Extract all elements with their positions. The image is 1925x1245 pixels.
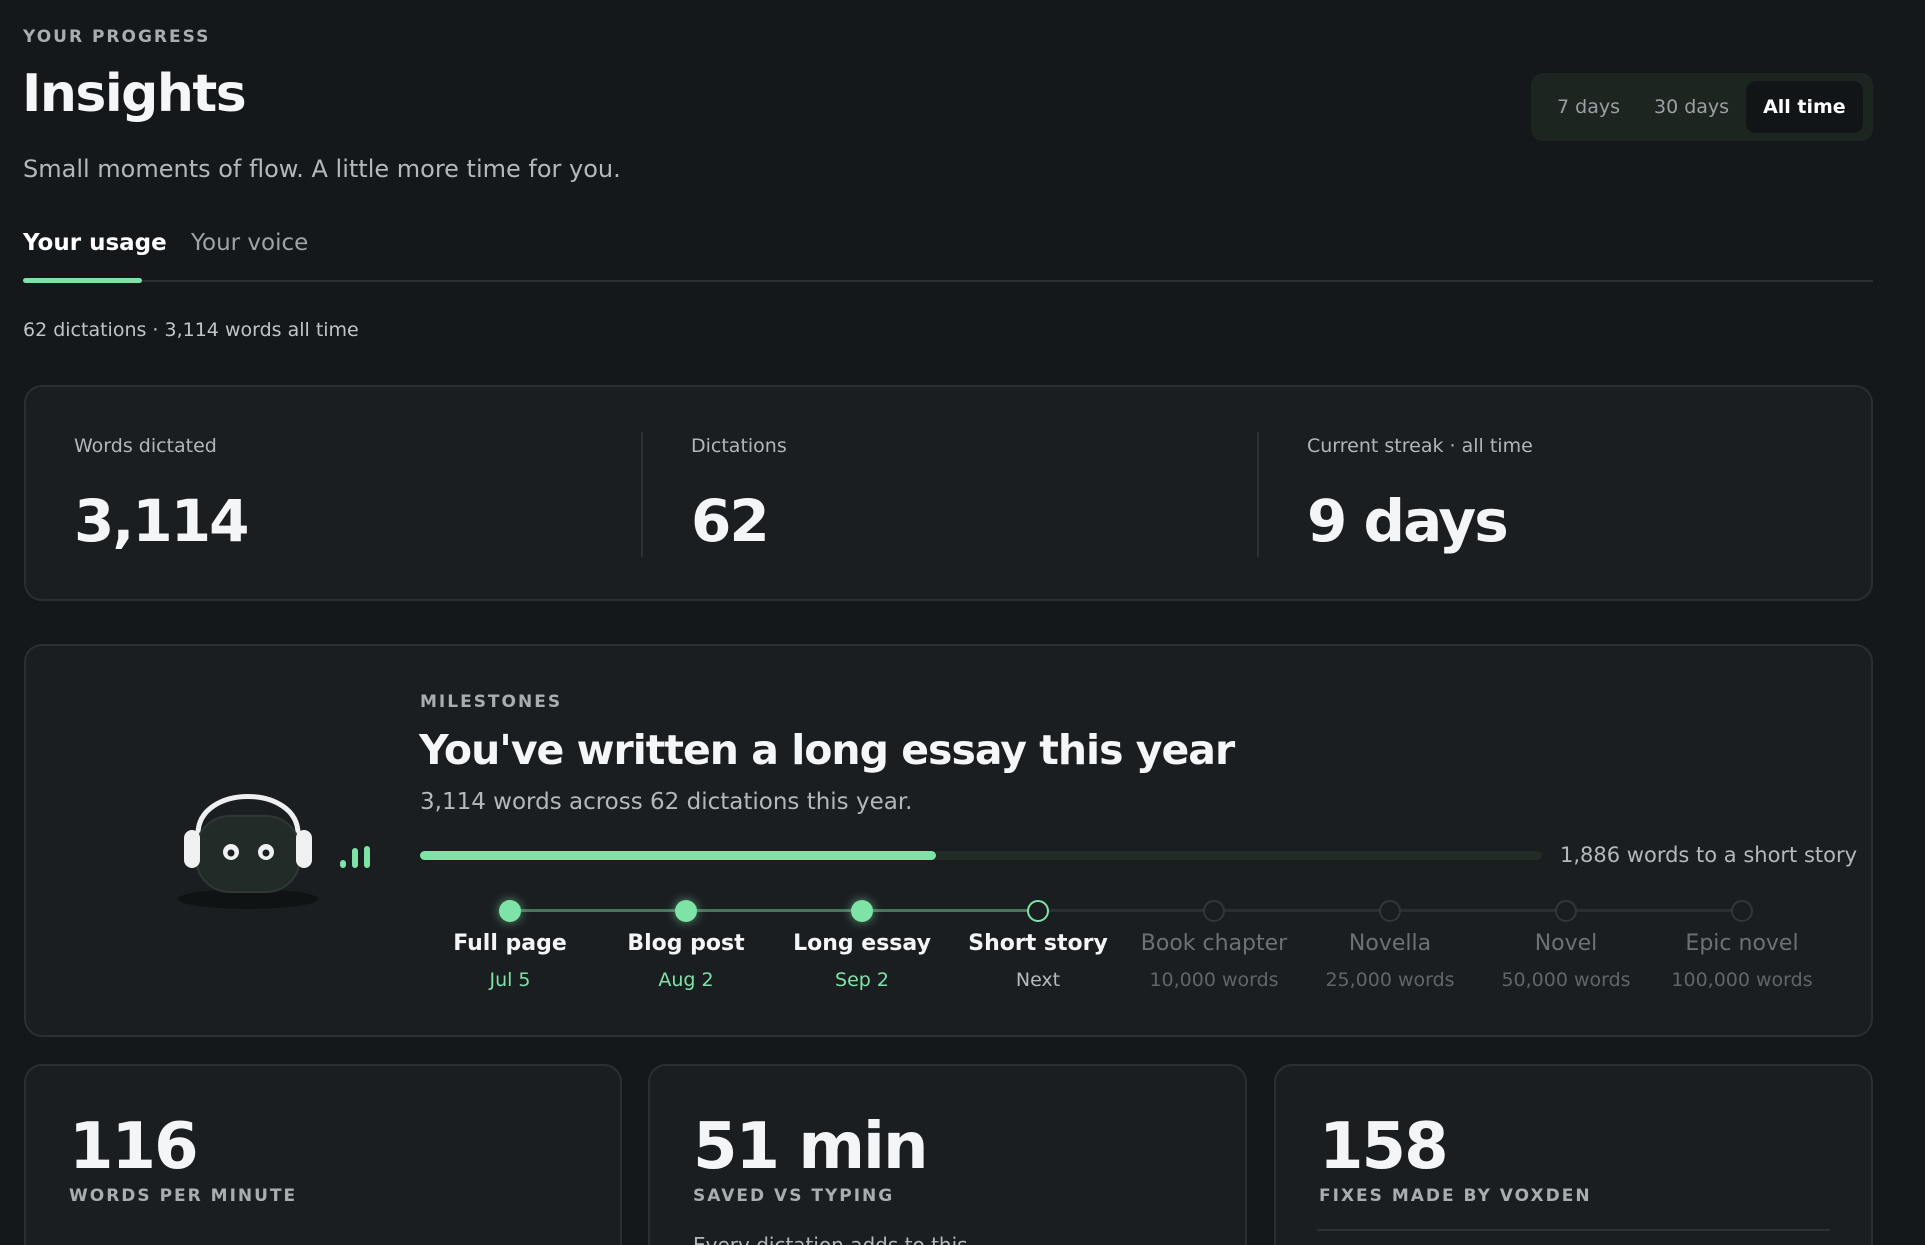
usage-summary: 62 dictations · 3,114 words all time bbox=[23, 319, 359, 341]
metric-divider bbox=[1317, 1229, 1830, 1231]
insights-page: YOUR PROGRESS Insights Small moments of … bbox=[0, 0, 1925, 1245]
milestone-timeline: Full page Jul 5 Blog post Aug 2 Long essay Se… bbox=[26, 646, 1871, 1035]
stat-value: 3,114 bbox=[74, 487, 249, 555]
timeline-segment bbox=[862, 909, 1038, 912]
milestone-node bbox=[675, 900, 697, 922]
milestone-detail: Aug 2 bbox=[658, 969, 714, 991]
milestone-node bbox=[851, 900, 873, 922]
stats-card: Words dictated 3,114 Dictations 62 Curre… bbox=[24, 385, 1873, 601]
milestone-name: Book chapter bbox=[1140, 931, 1288, 956]
milestone-detail: Next bbox=[1015, 969, 1061, 991]
active-tab-indicator bbox=[23, 278, 142, 283]
metric-note: Every dictation adds to this bbox=[693, 1233, 968, 1245]
page-title: Insights bbox=[22, 64, 247, 124]
milestone-node bbox=[499, 900, 521, 922]
metric-label: WORDS PER MINUTE bbox=[69, 1186, 298, 1206]
milestone-name: Epic novel bbox=[1685, 931, 1799, 956]
page-eyebrow: YOUR PROGRESS bbox=[23, 27, 211, 47]
stat-label: Words dictated bbox=[74, 435, 217, 457]
time-range-toggle: 7 days 30 days All time bbox=[1531, 73, 1873, 141]
insights-tabs: Your usage Your voice bbox=[23, 230, 1873, 283]
milestone-detail: 10,000 words bbox=[1149, 969, 1279, 991]
timeline-segment bbox=[686, 909, 862, 912]
tab-your-usage[interactable]: Your usage bbox=[23, 230, 167, 256]
metric-value: 51 min bbox=[693, 1110, 929, 1184]
stat-divider bbox=[641, 432, 643, 557]
timeline-segment bbox=[510, 909, 686, 912]
timeline-segment bbox=[1038, 909, 1214, 912]
tabs-divider bbox=[23, 280, 1873, 282]
range-option-all-time[interactable]: All time bbox=[1746, 81, 1863, 133]
milestones-card: MILESTONES You've written a long essay t… bbox=[24, 644, 1873, 1037]
stat-value: 62 bbox=[691, 487, 770, 555]
timeline-segment bbox=[1566, 909, 1742, 912]
timeline-segment bbox=[1214, 909, 1390, 912]
milestone-detail: Jul 5 bbox=[489, 969, 531, 991]
milestone-name: Novel bbox=[1534, 931, 1598, 956]
milestone-node bbox=[1379, 900, 1401, 922]
tab-your-voice[interactable]: Your voice bbox=[191, 230, 308, 256]
tab-label: Your voice bbox=[191, 230, 309, 256]
milestone-detail: Sep 2 bbox=[835, 969, 889, 991]
metric-label: SAVED VS TYPING bbox=[693, 1186, 895, 1206]
milestone-node bbox=[1203, 900, 1225, 922]
metric-value: 158 bbox=[1319, 1110, 1449, 1184]
tab-label: Your usage bbox=[23, 230, 167, 256]
milestone-detail: 100,000 words bbox=[1671, 969, 1813, 991]
stat-divider bbox=[1257, 432, 1259, 557]
range-option-7-days[interactable]: 7 days bbox=[1540, 81, 1637, 133]
metric-card-wpm: 116 WORDS PER MINUTE bbox=[24, 1064, 622, 1245]
range-option-30-days[interactable]: 30 days bbox=[1637, 81, 1746, 133]
milestone-name: Novella bbox=[1348, 931, 1432, 956]
milestone-name: Full page bbox=[453, 931, 567, 956]
milestone-node bbox=[1555, 900, 1577, 922]
milestone-name: Short story bbox=[968, 931, 1108, 956]
timeline-segment bbox=[1390, 909, 1566, 912]
milestone-name: Blog post bbox=[627, 931, 745, 956]
stat-label: Current streak · all time bbox=[1307, 435, 1533, 457]
milestone-name: Long essay bbox=[793, 931, 931, 956]
page-subtitle: Small moments of flow. A little more tim… bbox=[23, 155, 621, 183]
metric-label: FIXES MADE BY VOXDEN bbox=[1319, 1186, 1592, 1206]
milestone-detail: 50,000 words bbox=[1501, 969, 1631, 991]
stat-label: Dictations bbox=[691, 435, 787, 457]
metric-card-fixes: 158 FIXES MADE BY VOXDEN bbox=[1274, 1064, 1873, 1245]
metric-card-time-saved: 51 min SAVED VS TYPING Every dictation a… bbox=[648, 1064, 1247, 1245]
milestone-node bbox=[1027, 900, 1049, 922]
stat-value: 9 days bbox=[1307, 487, 1509, 555]
metric-value: 116 bbox=[69, 1110, 199, 1184]
milestone-node bbox=[1731, 900, 1753, 922]
milestone-detail: 25,000 words bbox=[1325, 969, 1455, 991]
